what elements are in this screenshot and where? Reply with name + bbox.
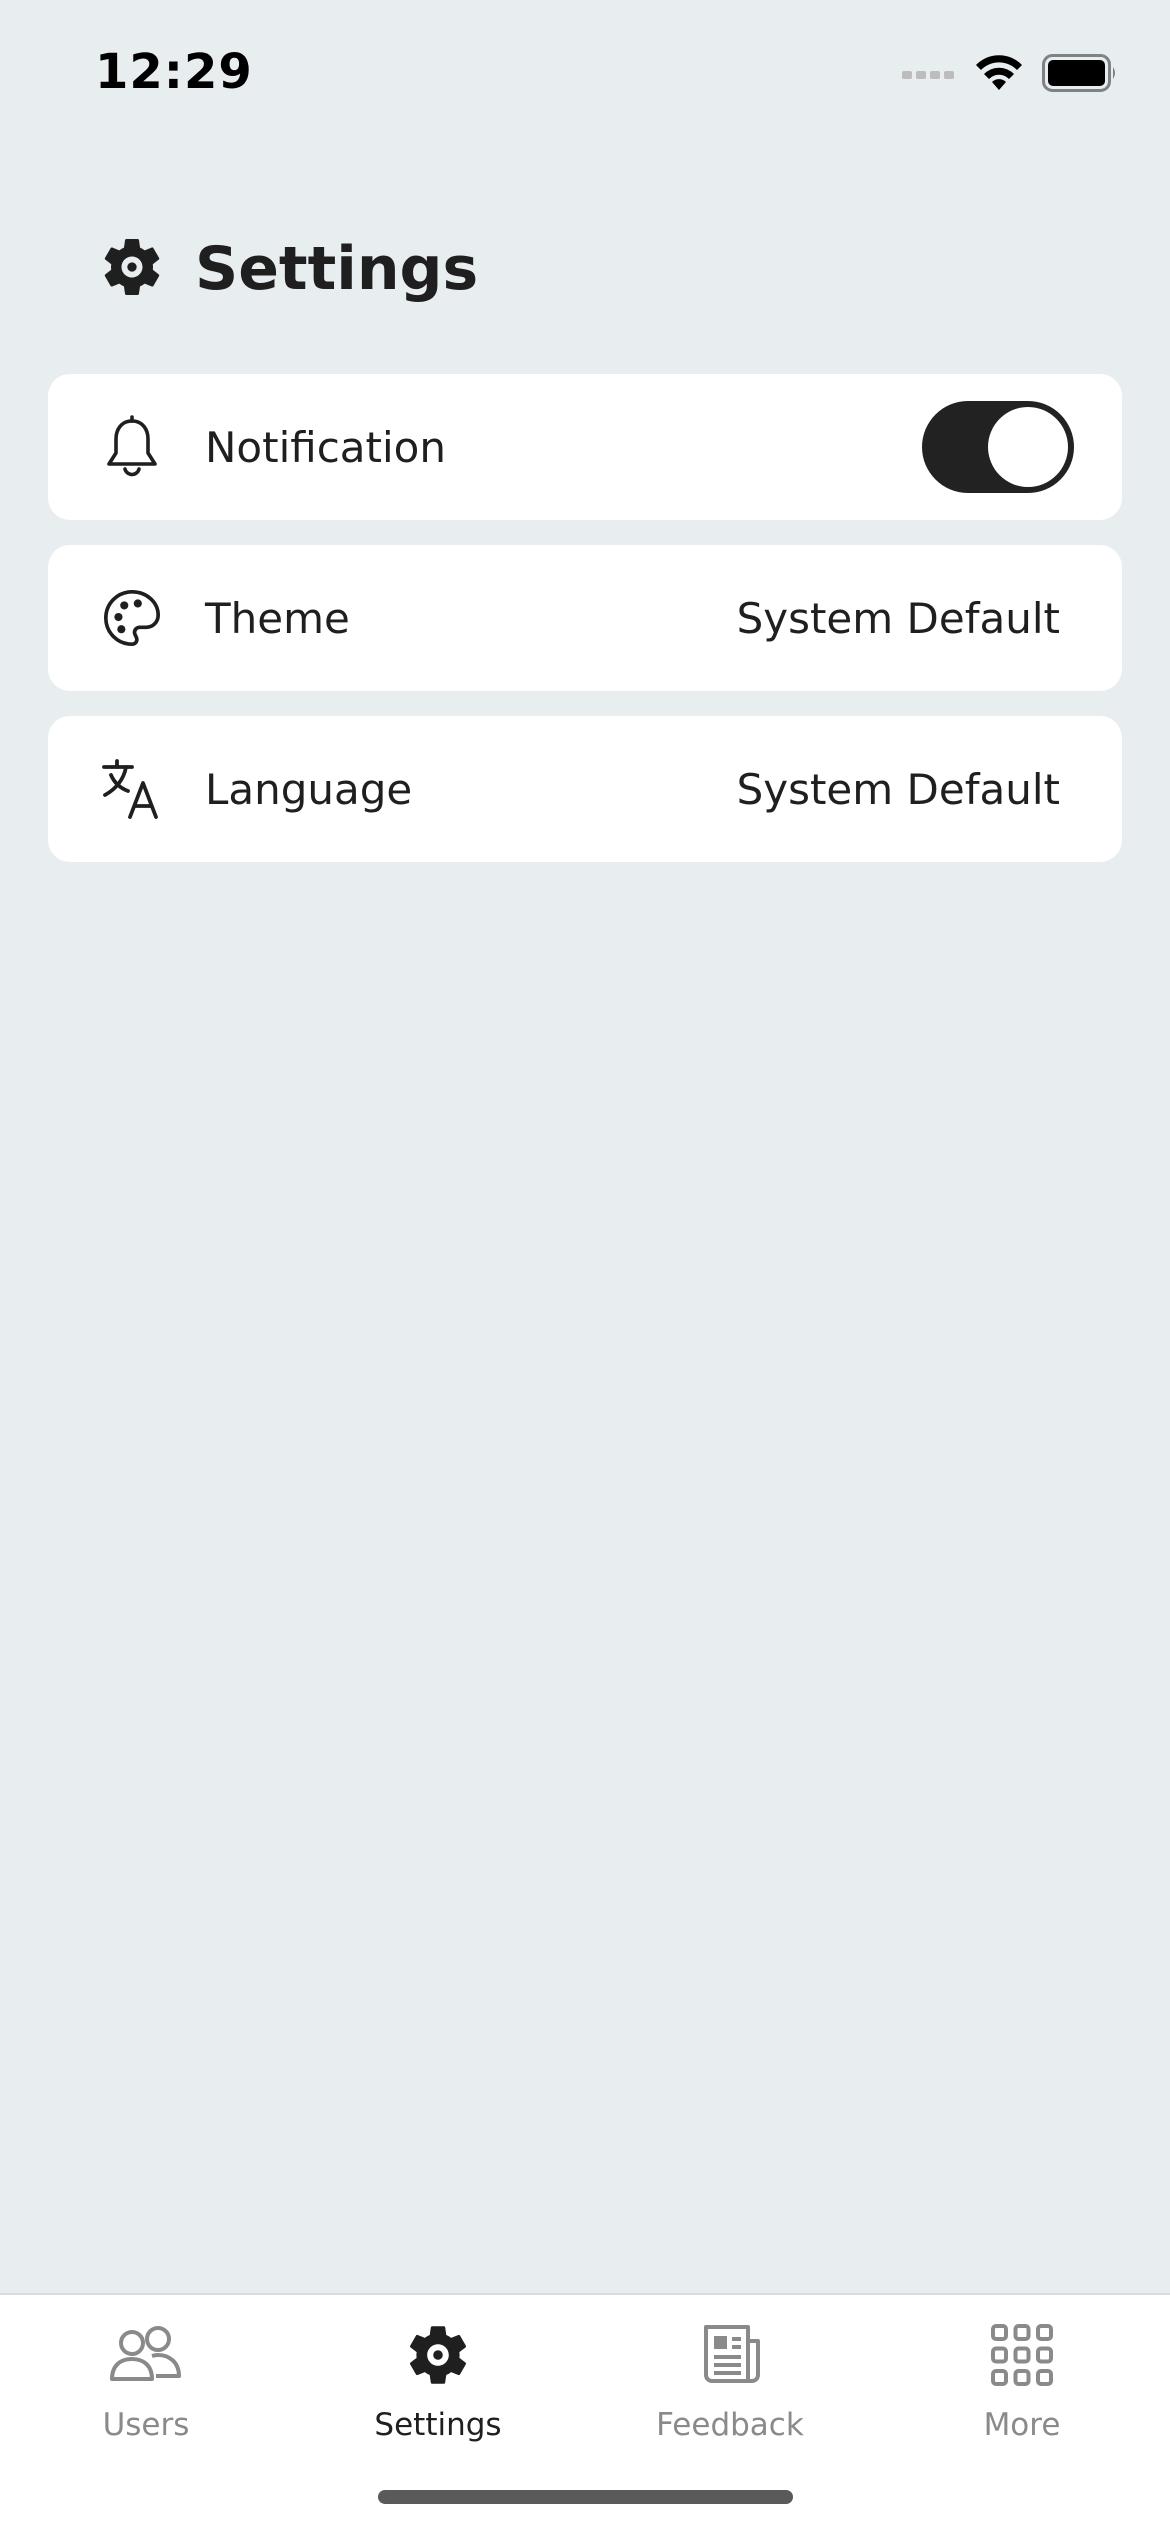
- battery-icon: [1042, 54, 1118, 96]
- toggle-knob: [988, 407, 1068, 487]
- newspaper-icon: [690, 2315, 770, 2395]
- palette-icon: [100, 586, 164, 650]
- translate-icon: [100, 757, 164, 821]
- status-time: 12:29: [95, 44, 253, 100]
- wifi-icon: [974, 54, 1024, 96]
- users-icon: [106, 2315, 186, 2395]
- signal-icon: [902, 66, 956, 85]
- theme-row[interactable]: Theme System Default: [48, 545, 1122, 691]
- tab-users-label: Users: [102, 2407, 190, 2443]
- language-row[interactable]: Language System Default: [48, 716, 1122, 862]
- tab-users[interactable]: Users: [0, 2315, 292, 2465]
- settings-screen: 12:29 Settings Notification Theme System…: [0, 0, 1170, 2532]
- notification-toggle[interactable]: [922, 401, 1074, 493]
- notification-row[interactable]: Notification: [48, 374, 1122, 520]
- notification-label: Notification: [205, 422, 446, 472]
- gear-icon: [398, 2315, 478, 2395]
- tab-feedback[interactable]: Feedback: [584, 2315, 876, 2465]
- language-value: System Default: [736, 764, 1060, 814]
- theme-value: System Default: [736, 593, 1060, 643]
- status-bar: 12:29: [0, 0, 1170, 150]
- home-indicator: [378, 2490, 793, 2504]
- grid-icon: [982, 2315, 1062, 2395]
- language-label: Language: [205, 764, 413, 814]
- tab-feedback-label: Feedback: [656, 2407, 804, 2443]
- theme-label: Theme: [205, 593, 350, 643]
- tab-more[interactable]: More: [876, 2315, 1168, 2465]
- bell-icon: [100, 415, 164, 479]
- page-header: Settings: [97, 232, 478, 306]
- tab-settings-label: Settings: [374, 2407, 502, 2443]
- gear-icon: [97, 232, 167, 306]
- settings-list: Notification Theme System Default Langua…: [48, 374, 1122, 887]
- tab-more-label: More: [983, 2407, 1061, 2443]
- status-icons: [902, 54, 1118, 96]
- tab-settings[interactable]: Settings: [292, 2315, 584, 2465]
- page-title: Settings: [195, 234, 479, 304]
